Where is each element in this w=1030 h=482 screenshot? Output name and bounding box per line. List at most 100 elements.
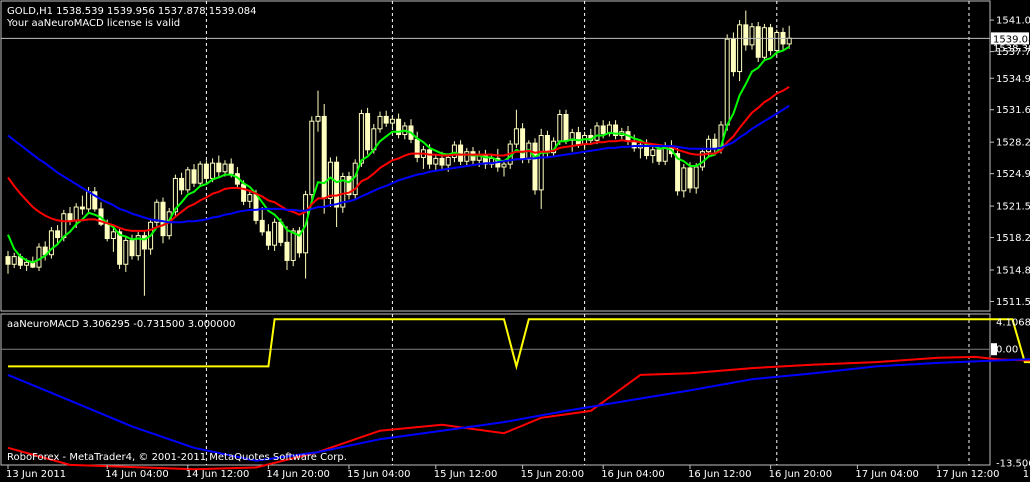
- candle-body: [365, 113, 371, 151]
- candle-body: [656, 149, 662, 162]
- candle-body: [24, 261, 30, 266]
- candle-body: [315, 115, 321, 122]
- candle-body: [73, 206, 79, 221]
- candle-body: [203, 163, 209, 179]
- candle-body: [650, 149, 656, 157]
- candle-body: [693, 166, 699, 189]
- candle-body: [755, 26, 761, 58]
- candle-body: [110, 231, 116, 240]
- time-tick-label: 15 Jun 12:00: [434, 469, 498, 480]
- price-tick-label: 1511.50: [996, 297, 1030, 308]
- candle-body: [377, 115, 383, 130]
- candle-body: [5, 256, 11, 265]
- indicator-tick-label: 4.10688: [996, 318, 1030, 329]
- time-tick-label: 17 Jun 20:00: [1023, 469, 1030, 480]
- chart-background: [0, 0, 1030, 482]
- candle-body: [79, 206, 85, 210]
- time-tick-label: 16 Jun 20:00: [769, 469, 833, 480]
- price-tick-label: 1528.20: [996, 138, 1030, 149]
- candle-body: [544, 134, 550, 154]
- candle-body: [259, 219, 265, 233]
- candle-body: [309, 120, 315, 196]
- candle-body: [706, 138, 712, 153]
- candle-body: [749, 26, 755, 46]
- price-tick-label: 1521.50: [996, 202, 1030, 213]
- candle-body: [197, 163, 203, 184]
- time-tick-label: 16 Jun 04:00: [601, 469, 665, 480]
- candle-body: [278, 221, 284, 243]
- candle-body: [290, 230, 296, 261]
- indicator-tick-label: 0.00: [996, 345, 1018, 356]
- candle-body: [241, 183, 247, 202]
- candle-body: [265, 231, 271, 246]
- candle-body: [185, 169, 191, 191]
- candle-body: [743, 24, 749, 46]
- bid-price-label: 1538.30: [993, 43, 1030, 54]
- candle-body: [501, 163, 507, 168]
- indicator-zero-tag: [991, 343, 997, 356]
- price-tick-label: 1514.80: [996, 265, 1030, 276]
- candle-body: [730, 38, 736, 73]
- candle-body: [247, 194, 253, 202]
- candle-body: [575, 132, 581, 145]
- candle-body: [334, 161, 340, 208]
- price-tick-label: 1518.20: [996, 233, 1030, 244]
- candle-body: [228, 163, 234, 175]
- candle-body: [179, 177, 185, 191]
- candle-body: [513, 128, 519, 145]
- candle-body: [104, 223, 110, 240]
- price-tick-label: 1534.90: [996, 74, 1030, 85]
- price-tick-label: 1541.00: [996, 16, 1030, 27]
- candle-body: [433, 157, 439, 165]
- candle-body: [272, 221, 278, 246]
- license-line: Your aaNeuroMACD license is valid: [6, 18, 180, 29]
- time-tick-label: 14 Jun 12:00: [186, 469, 250, 480]
- candle-body: [61, 213, 67, 239]
- candle-body: [253, 194, 259, 221]
- candle-body: [774, 31, 780, 52]
- candle-body: [321, 115, 327, 199]
- candle-body: [600, 125, 606, 135]
- time-tick-label: 16 Jun 12:00: [688, 469, 752, 480]
- candle-body: [123, 239, 129, 265]
- candle-body: [737, 24, 743, 73]
- candle-body: [284, 241, 290, 261]
- candle-body: [520, 128, 526, 160]
- candle-body: [594, 125, 600, 141]
- time-tick-label: 17 Jun 12:00: [936, 469, 1000, 480]
- candle-body: [210, 162, 216, 179]
- candle-body: [538, 134, 544, 191]
- candle-body: [160, 201, 166, 237]
- time-tick-label: 13 Jun 2011: [6, 469, 66, 480]
- candle-body: [327, 161, 333, 199]
- candle-body: [687, 167, 693, 189]
- price-tick-label: 1524.90: [996, 169, 1030, 180]
- candle-body: [557, 114, 563, 142]
- candle-body: [191, 169, 197, 184]
- candle-body: [532, 142, 538, 191]
- candle-body: [414, 138, 420, 158]
- candle-body: [445, 156, 451, 166]
- candle-body: [67, 213, 73, 221]
- candle-body: [383, 115, 389, 124]
- candle-body: [427, 149, 433, 165]
- candle-body: [681, 167, 687, 192]
- candle-body: [563, 114, 569, 141]
- time-tick-label: 14 Jun 20:00: [266, 469, 330, 480]
- metatrader-chart: 1541.001537.701534.901531.601528.201524.…: [0, 0, 1030, 482]
- candle-body: [11, 256, 17, 265]
- time-tick-label: 15 Jun 04:00: [347, 469, 411, 480]
- candle-body: [358, 113, 364, 164]
- candle-body: [464, 151, 470, 162]
- candle-body: [216, 162, 222, 173]
- candle-body: [761, 27, 767, 58]
- candle-body: [36, 246, 42, 268]
- footer-copyright: RoboForex - MetaTrader4, © 2001-2011 Met…: [7, 452, 347, 463]
- candle-body: [222, 163, 228, 173]
- time-tick-label: 14 Jun 04:00: [105, 469, 169, 480]
- time-tick-label: 17 Jun 04:00: [855, 469, 919, 480]
- candle-body: [768, 27, 774, 52]
- symbol-line: GOLD,H1 1538.539 1539.956 1537.878 1539.…: [7, 6, 257, 17]
- candle-body: [786, 37, 792, 45]
- time-tick-label: 15 Jun 20:00: [521, 469, 585, 480]
